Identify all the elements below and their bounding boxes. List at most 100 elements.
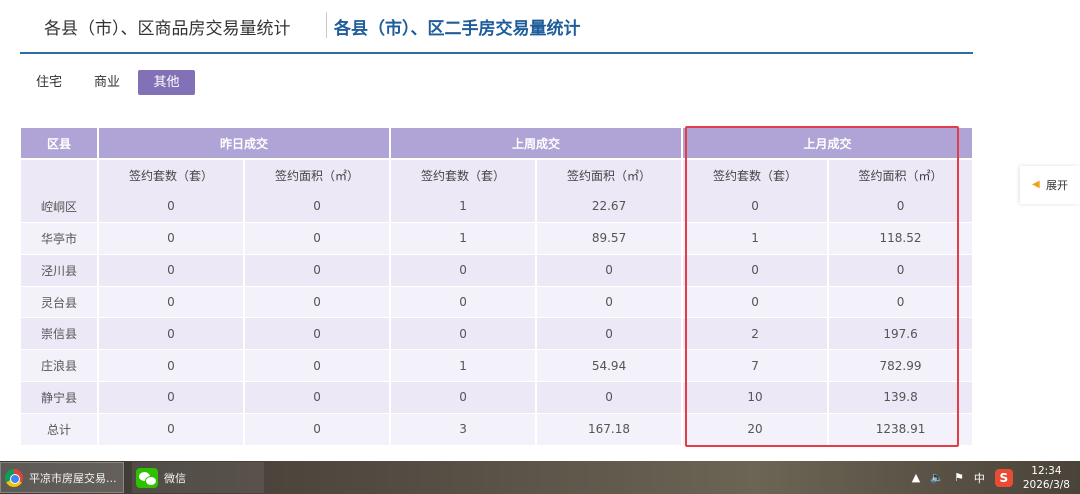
sub-header-count: 签约套数（套）: [390, 159, 538, 191]
table-cell: 1: [682, 222, 830, 255]
table-cell: 0: [244, 317, 392, 351]
column-header-last-week: 上周成交: [390, 128, 684, 160]
table-cell: 197.6: [828, 317, 975, 351]
cell-district: 崆峒区: [21, 190, 99, 224]
table-cell: 0: [536, 317, 684, 351]
show-hidden-icons-icon[interactable]: ▲: [912, 471, 920, 484]
table-cell: 0: [98, 317, 245, 351]
cell-district: 灵台县: [21, 286, 99, 319]
expand-panel-button[interactable]: ◀ 展开: [1020, 166, 1080, 204]
cell-district: 总计: [21, 413, 99, 446]
sub-header-empty: [21, 159, 99, 191]
table-cell: 0: [390, 286, 538, 319]
sub-header-count: 签约套数（套）: [682, 159, 830, 191]
table-cell: 54.94: [536, 349, 684, 383]
table-cell: 139.8: [828, 381, 975, 414]
table-cell: 0: [98, 381, 245, 414]
chrome-icon: [5, 468, 23, 487]
table-cell: 0: [98, 222, 245, 255]
table-cell: 782.99: [828, 349, 975, 383]
table-row: 灵台县 0 0 0 0 0 0: [21, 286, 975, 319]
table-cell: 1: [390, 349, 538, 383]
table-row: 静宁县 0 0 0 0 10 139.8: [21, 381, 975, 414]
table-body: 崆峒区 0 0 1 22.67 0 0 华亭市 0 0 1 89.57 1 118.52 泾川县 0 0 0 0 0 0…: [21, 190, 975, 446]
taskbar-app-wechat[interactable]: 微信: [132, 462, 264, 493]
page-header: 各县（市）、区商品房交易量统计 各县（市）、区二手房交易量统计: [20, 0, 973, 54]
column-header-yesterday: 昨日成交: [98, 128, 392, 160]
table-cell: 89.57: [536, 222, 684, 255]
sub-header-row: 签约套数（套） 签约面积（㎡） 签约套数（套） 签约面积（㎡） 签约套数（套） …: [21, 159, 975, 191]
table-cell: 0: [536, 254, 684, 287]
tab-second-hand-stats[interactable]: 各县（市）、区二手房交易量统计: [334, 14, 581, 39]
table-row: 华亭市 0 0 1 89.57 1 118.52: [21, 222, 975, 255]
sub-header-count: 签约套数（套）: [98, 159, 245, 191]
expand-label: 展开: [1046, 179, 1068, 192]
table-cell: 0: [98, 190, 245, 224]
subtab-residential[interactable]: 住宅: [26, 70, 72, 95]
subtab-other[interactable]: 其他: [138, 70, 195, 95]
table-cell: 0: [682, 254, 830, 287]
table-cell: 1238.91: [828, 413, 975, 446]
table-cell: 0: [390, 381, 538, 414]
table-cell: 0: [536, 381, 684, 414]
table-cell: 3: [390, 413, 538, 446]
clock[interactable]: 12:34 2026/3/8: [1023, 464, 1070, 492]
taskbar-app-browser[interactable]: 平凉市房屋交易...: [0, 462, 124, 493]
table-cell: 0: [682, 190, 830, 224]
column-header-district: 区县: [21, 128, 99, 160]
table-cell: 0: [98, 286, 245, 319]
cell-district: 泾川县: [21, 254, 99, 287]
table-cell: 0: [828, 190, 975, 224]
tab-separator: [326, 12, 327, 38]
sub-header-area: 签约面积（㎡）: [828, 159, 975, 191]
wechat-icon: [136, 467, 158, 488]
table-cell: 1: [390, 190, 538, 224]
table-cell: 10: [682, 381, 830, 414]
table-cell: 0: [244, 222, 392, 255]
table-cell: 0: [390, 254, 538, 287]
taskbar-app-label: 平凉市房屋交易...: [29, 471, 117, 485]
cell-district: 崇信县: [21, 317, 99, 351]
clock-time: 12:34: [1031, 464, 1062, 477]
table-cell: 0: [536, 286, 684, 319]
sogou-ime-icon[interactable]: S: [994, 468, 1013, 487]
table-cell: 0: [98, 254, 245, 287]
action-center-flag-icon[interactable]: ⚑: [954, 471, 964, 484]
sub-header-area: 签约面积（㎡）: [536, 159, 684, 191]
table-cell: 20: [682, 413, 830, 446]
table-cell: 0: [828, 254, 975, 287]
subtab-commercial[interactable]: 商业: [82, 70, 132, 95]
table-cell: 0: [98, 413, 245, 446]
system-tray: ▲ 🔈 ⚑ 中 S 12:34 2026/3/8: [912, 461, 1080, 494]
volume-icon[interactable]: 🔈: [930, 471, 944, 484]
table-cell: 1: [390, 222, 538, 255]
table-cell: 0: [244, 190, 392, 224]
speaker-icon: ◀: [1032, 179, 1040, 190]
table-cell: 167.18: [536, 413, 684, 446]
table-cell: 2: [682, 317, 830, 351]
table-cell: 0: [244, 349, 392, 383]
taskbar: 平凉市房屋交易... 微信 ▲ 🔈 ⚑ 中 S 12:34 2026/3/8: [0, 461, 1080, 494]
transaction-table: 区县 昨日成交 上周成交 上月成交 签约套数（套） 签约面积（㎡） 签约套数（套…: [21, 128, 975, 446]
table-row: 崆峒区 0 0 1 22.67 0 0: [21, 190, 975, 224]
table-row: 崇信县 0 0 0 0 2 197.6: [21, 317, 975, 351]
table-cell: 22.67: [536, 190, 684, 224]
table-cell: 0: [682, 286, 830, 319]
table-cell: 0: [828, 286, 975, 319]
tab-new-house-stats[interactable]: 各县（市）、区商品房交易量统计: [44, 14, 291, 39]
table-cell: 0: [244, 381, 392, 414]
table-row: 泾川县 0 0 0 0 0 0: [21, 254, 975, 287]
ime-indicator[interactable]: 中: [974, 470, 985, 486]
sub-header-area: 签约面积（㎡）: [244, 159, 392, 191]
table-row: 庄浪县 0 0 1 54.94 7 782.99: [21, 349, 975, 383]
taskbar-app-label: 微信: [164, 471, 186, 485]
group-header-row: 区县 昨日成交 上周成交 上月成交: [21, 128, 975, 160]
cell-district: 庄浪县: [21, 349, 99, 383]
table-cell: 7: [682, 349, 830, 383]
table-cell: 118.52: [828, 222, 975, 255]
table-cell: 0: [244, 254, 392, 287]
table-cell: 0: [390, 317, 538, 351]
cell-district: 静宁县: [21, 381, 99, 414]
clock-date: 2026/3/8: [1022, 478, 1070, 491]
table-cell: 0: [98, 349, 245, 383]
